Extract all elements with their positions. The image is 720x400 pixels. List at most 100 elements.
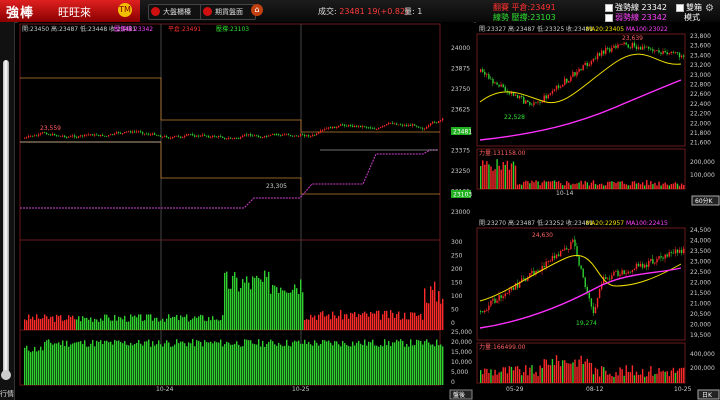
volume-bar bbox=[108, 317, 110, 330]
candle-body bbox=[150, 134, 152, 136]
left-vol-tick: 100 bbox=[451, 293, 463, 300]
right-daily-chart[interactable]: 開:23270 高:23487 低:23252 收:23481 MA20:229… bbox=[476, 216, 720, 400]
obv-bar bbox=[108, 342, 110, 385]
volume-bar bbox=[412, 312, 414, 330]
rt-candle-body bbox=[584, 62, 586, 66]
rt-candle-body bbox=[674, 52, 677, 54]
obv-bar bbox=[204, 340, 206, 385]
candle-body bbox=[324, 128, 326, 130]
rt-candle-body bbox=[535, 102, 537, 104]
rt-volume-bar bbox=[482, 160, 484, 189]
candle-body bbox=[250, 134, 252, 136]
rb-candle-body bbox=[639, 263, 642, 267]
candle-body bbox=[298, 135, 300, 137]
checkbox-icon bbox=[605, 13, 613, 22]
obv-bar bbox=[232, 344, 234, 385]
rt-volume-bar bbox=[664, 182, 666, 189]
rb-volume-bar bbox=[672, 367, 675, 383]
rb-volume-bar bbox=[613, 376, 615, 383]
obv-bar bbox=[28, 350, 30, 385]
rt-candle-body bbox=[525, 100, 527, 104]
left-intraday-chart[interactable]: 開:23450 高:23487 低:23448 收:23481 壓撐線:2334… bbox=[18, 22, 474, 400]
rt-volume-bar bbox=[514, 165, 517, 189]
obv-bar bbox=[434, 346, 436, 385]
right-60min-chart[interactable]: 開:23327 高:23487 低:23325 收:23481 MA20:234… bbox=[476, 22, 720, 206]
checkbox-icon bbox=[676, 3, 684, 12]
futures-board-button[interactable]: 期貨盤面 bbox=[200, 4, 256, 20]
obv-bar bbox=[54, 343, 56, 385]
candle-body bbox=[106, 135, 108, 137]
obv-bar bbox=[354, 345, 356, 385]
obv-bar bbox=[438, 345, 440, 385]
volume-bar bbox=[396, 314, 398, 330]
rt-volume-bar bbox=[600, 183, 603, 189]
rt-volume-bar bbox=[629, 185, 632, 189]
rt-volume-bar bbox=[670, 183, 673, 189]
left-legend-1: 壓撐線:23342 bbox=[114, 25, 153, 33]
left-price-tick: 23625 bbox=[451, 107, 470, 114]
rb-candle-body bbox=[584, 277, 586, 288]
volume-bar bbox=[336, 318, 338, 330]
obv-bar bbox=[416, 339, 418, 385]
obv-bar bbox=[208, 342, 210, 385]
volume-bar bbox=[76, 319, 78, 330]
volume-bar bbox=[424, 288, 426, 330]
candle-body bbox=[430, 123, 432, 126]
candle-body bbox=[420, 127, 422, 129]
obv-bar bbox=[374, 345, 376, 385]
candle-body bbox=[242, 135, 244, 138]
left-high-label: 23,559 bbox=[40, 125, 61, 132]
market-counter-button[interactable]: 大盤櫃檯 bbox=[148, 4, 204, 20]
candle-body bbox=[262, 137, 264, 138]
volume-label: 量: bbox=[404, 7, 415, 16]
candle-body bbox=[352, 125, 354, 127]
rt-volume-bar bbox=[603, 185, 605, 189]
rb-volume-bar bbox=[629, 372, 632, 383]
rb-volume-bar bbox=[494, 369, 496, 383]
candle-body bbox=[256, 135, 258, 137]
candle-body bbox=[322, 129, 324, 131]
volume-bar bbox=[28, 314, 30, 330]
volume-bar bbox=[132, 316, 134, 330]
rb-volume-bar bbox=[562, 360, 564, 383]
home-icon[interactable]: ⌂ bbox=[251, 4, 263, 16]
candle-body bbox=[126, 131, 128, 133]
volume-bar bbox=[360, 314, 362, 330]
volume-bar bbox=[306, 319, 308, 330]
rb-candle-body bbox=[666, 254, 668, 257]
volume-bar bbox=[168, 314, 170, 330]
obv-bar bbox=[398, 341, 400, 385]
volume-bar bbox=[408, 319, 410, 330]
rb-candle-body bbox=[680, 250, 683, 253]
rb-candle-body bbox=[676, 249, 679, 253]
obv-bar bbox=[330, 342, 332, 385]
volume-bar bbox=[230, 288, 232, 330]
volume-bar bbox=[152, 320, 154, 330]
rt-candle-body bbox=[648, 46, 650, 49]
volume-bar bbox=[390, 310, 392, 330]
deal-value: 23481 bbox=[339, 7, 365, 16]
volume-bar bbox=[386, 310, 388, 330]
candle-body bbox=[184, 135, 186, 138]
rt-volume-bar bbox=[637, 182, 640, 189]
thermometer-gauge[interactable] bbox=[3, 60, 9, 380]
rt-vol-tick-2: 100,000 bbox=[690, 172, 715, 179]
volume-bar bbox=[402, 318, 404, 330]
rt-volume-bar bbox=[607, 181, 609, 189]
obv-bar bbox=[216, 342, 218, 385]
rt-volume-bar bbox=[594, 184, 597, 189]
rb-volume-bar bbox=[627, 371, 629, 383]
rt-volume-bar bbox=[543, 180, 545, 189]
obv-bar bbox=[42, 350, 44, 385]
rt-candle-body bbox=[580, 69, 582, 71]
obv-bar bbox=[94, 346, 96, 385]
rt-volume-bar bbox=[568, 182, 570, 189]
market-counter-label: 大盤櫃檯 bbox=[163, 8, 191, 16]
volume-bar bbox=[400, 319, 402, 330]
gear-icon[interactable]: ⚙ bbox=[705, 4, 715, 14]
rb-price-tick: 21,000 bbox=[690, 301, 711, 308]
volume-bar bbox=[338, 315, 340, 330]
obv-bar bbox=[46, 340, 48, 385]
candle-body bbox=[266, 136, 268, 137]
volume-bar bbox=[268, 271, 270, 330]
